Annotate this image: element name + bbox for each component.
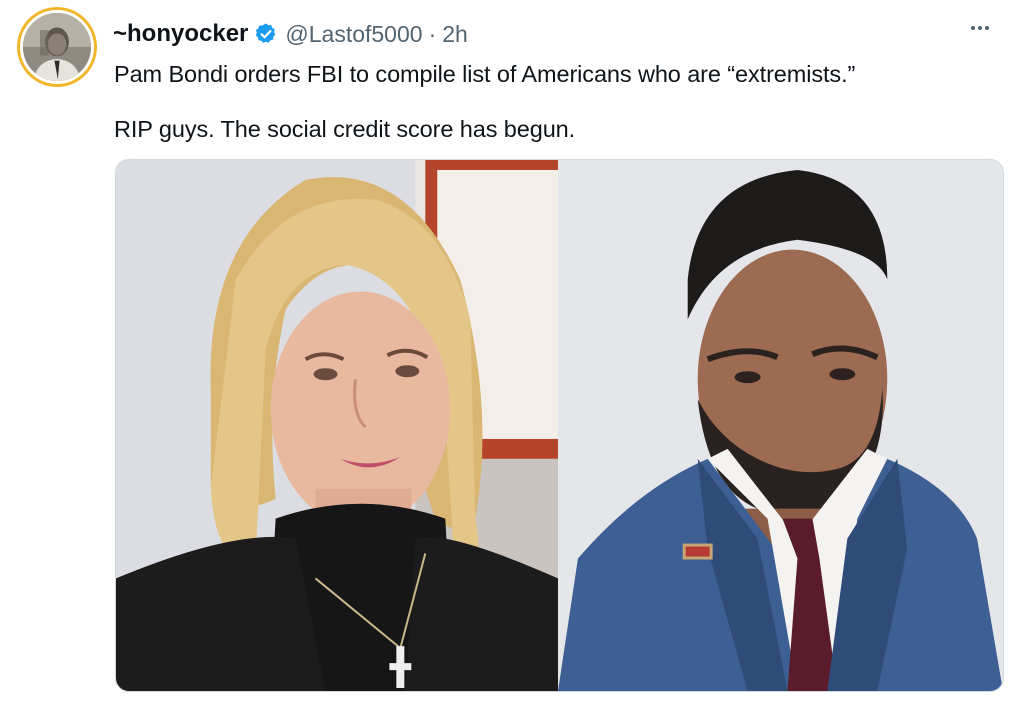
dot — [985, 26, 989, 30]
timestamp[interactable]: 2h — [442, 21, 468, 48]
more-options-icon[interactable] — [971, 26, 989, 30]
media-grid[interactable] — [115, 159, 1004, 692]
display-name[interactable]: ~honyocker — [113, 20, 248, 48]
tweet-text-line-1: Pam Bondi orders FBI to compile list of … — [114, 61, 856, 87]
tweet-header: ~honyocker @Lastof5000 · 2h — [113, 17, 468, 51]
avatar-photo — [20, 10, 94, 84]
man-portrait-photo[interactable] — [558, 160, 1003, 691]
tweet-card: ~honyocker @Lastof5000 · 2h Pam Bondi or… — [0, 0, 1024, 710]
separator-dot: · — [428, 20, 437, 47]
dot — [978, 26, 982, 30]
verified-badge-icon — [256, 23, 276, 43]
dot — [971, 26, 975, 30]
tweet-text-line-2: RIP guys. The social credit score has be… — [114, 116, 576, 142]
author-handle[interactable]: @Lastof5000 — [285, 21, 422, 48]
avatar[interactable] — [17, 7, 97, 87]
woman-portrait-photo[interactable] — [116, 160, 558, 691]
